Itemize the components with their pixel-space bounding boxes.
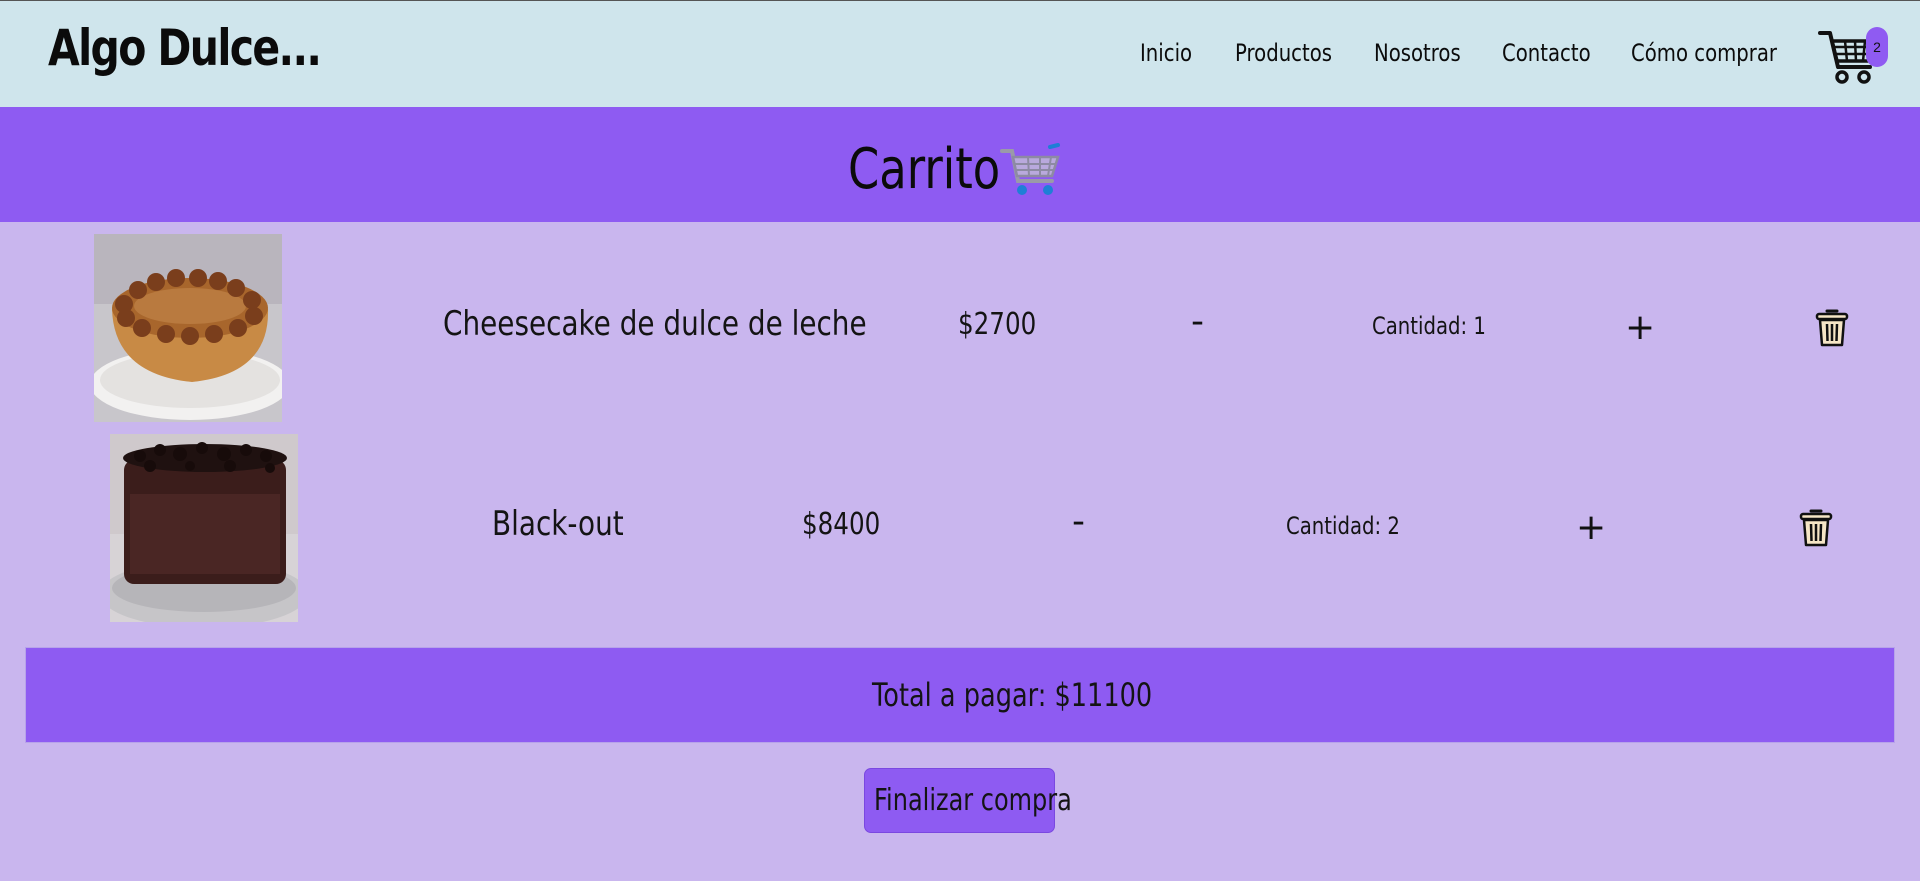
- site-header: Algo Dulce... Inicio Productos Nosotros …: [0, 0, 1920, 107]
- nav-link-inicio[interactable]: Inicio: [1140, 39, 1192, 67]
- decrease-quantity-button[interactable]: -: [1191, 304, 1204, 340]
- cheesecake-image: [90, 234, 290, 422]
- nav-link-como-comprar[interactable]: Cómo comprar: [1631, 39, 1777, 67]
- cart-total: Total a pagar: $11100: [872, 676, 1153, 714]
- cart-total-band: Total a pagar: $11100: [25, 647, 1895, 743]
- nav-link-contacto[interactable]: Contacto: [1502, 39, 1591, 67]
- page-title: Carrito: [848, 137, 1001, 202]
- item-name: Cheesecake de dulce de leche: [443, 304, 867, 344]
- decrease-quantity-button[interactable]: -: [1072, 504, 1085, 540]
- black-out-cake-image: [100, 434, 308, 628]
- nav-link-productos[interactable]: Productos: [1235, 39, 1332, 67]
- item-quantity: Cantidad: 2: [1286, 512, 1400, 540]
- item-price: $2700: [958, 307, 1037, 342]
- nav-link-nosotros[interactable]: Nosotros: [1374, 39, 1461, 67]
- trash-icon[interactable]: [1799, 508, 1833, 548]
- cart-item-row: Black-out $8400 - Cantidad: 2 +: [0, 424, 1920, 628]
- increase-quantity-button[interactable]: +: [1625, 310, 1655, 346]
- shopping-cart-emoji-icon: [1000, 143, 1062, 199]
- finalize-purchase-label: Finalizar compra: [874, 783, 1072, 818]
- cart-count-badge: 2: [1866, 27, 1888, 67]
- cart-title-band: Carrito: [0, 107, 1920, 222]
- item-price: $8400: [802, 507, 881, 542]
- increase-quantity-button[interactable]: +: [1576, 510, 1606, 546]
- item-quantity: Cantidad: 1: [1372, 312, 1486, 340]
- cart-item-row: Cheesecake de dulce de leche $2700 - Can…: [0, 224, 1920, 424]
- finalize-purchase-button[interactable]: Finalizar compra: [864, 768, 1072, 833]
- item-name: Black-out: [492, 504, 624, 544]
- site-logo[interactable]: Algo Dulce...: [48, 19, 322, 77]
- trash-icon[interactable]: [1815, 308, 1849, 348]
